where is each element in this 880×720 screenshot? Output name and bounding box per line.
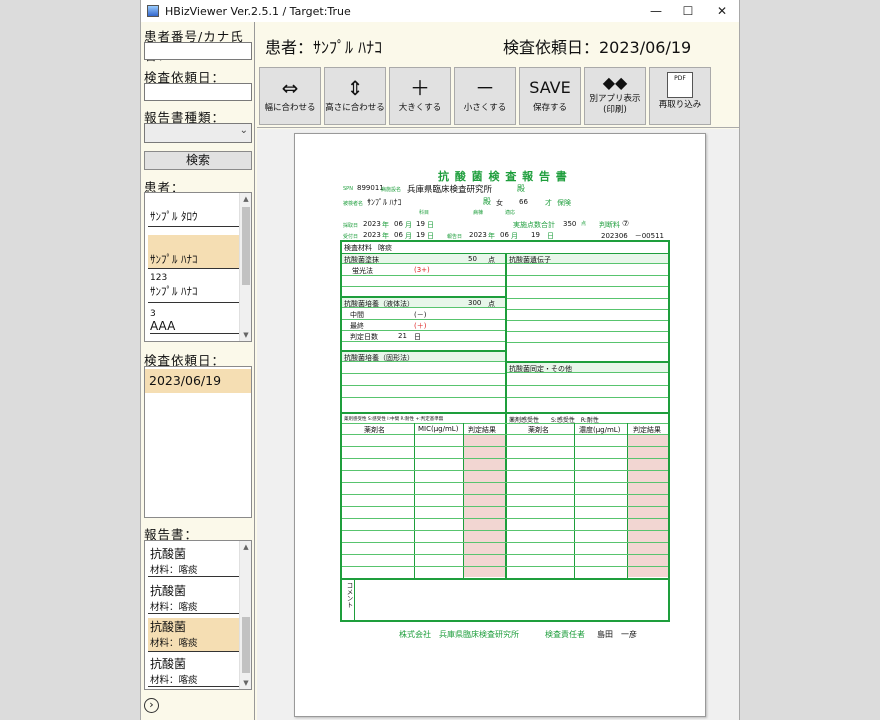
list-item[interactable]: 抗酸菌 材料：喀痰 [148, 545, 241, 577]
fit-width-button[interactable]: ⇔ 幅に合わせる [259, 67, 321, 125]
report-header: 患者：ｻﾝﾌﾟﾙ ﾊﾅｺ 検査依頼日：2023/06/19 [257, 22, 739, 64]
request-date-display: 検査依頼日：2023/06/19 [503, 38, 692, 57]
report-list: 抗酸菌 材料：喀痰 抗酸菌 材料：喀痰 抗酸菌 材料：喀痰 抗酸菌 材料：喀痰 ▲ ▼ [144, 540, 252, 690]
comment-label: コメント [345, 582, 353, 608]
maximize-button[interactable]: ☐ [671, 0, 705, 22]
scroll-thumb[interactable] [242, 207, 250, 285]
report-title: 抗 酸 菌 検 査 報 告 書 [438, 170, 568, 183]
zoom-out-button[interactable]: －小さくする [454, 67, 516, 125]
scroll-down-icon[interactable]: ▼ [240, 329, 251, 341]
patient-list-scrollbar[interactable]: ▲ ▼ [239, 193, 251, 341]
scroll-thumb[interactable] [242, 617, 250, 673]
report-list-scrollbar[interactable]: ▲ ▼ [239, 541, 251, 689]
window-title: HBizViewer Ver.2.5.1 / Target:True [165, 4, 351, 18]
plus-icon: ＋ [410, 76, 430, 100]
toolbar: ⇔ 幅に合わせる ⇕ 高さに合わせる ＋大きくする －小さくする SAVE 保存する … [257, 64, 739, 128]
diamonds-icon: ◆◆ [602, 73, 628, 92]
title-bar: HBizViewer Ver.2.5.1 / Target:True — ☐ ✕ [141, 0, 739, 22]
app-icon [147, 5, 159, 17]
zoom-in-button[interactable]: ＋大きくする [389, 67, 451, 125]
left-panel: 患者番号/カナ氏名： 検査依頼日： 報告書種類： ⌄ 検索 患者： ｻﾝﾌﾟﾙ … [141, 22, 255, 720]
report-viewer[interactable]: 抗 酸 菌 検 査 報 告 書 SPN 899011 病施設名 兵庫県臨床検査研… [257, 129, 739, 720]
open-external-button[interactable]: ◆◆ 別アプリ表示 (印刷) [584, 67, 646, 125]
scroll-up-icon[interactable]: ▲ [240, 541, 251, 553]
chevron-down-icon: ⌄ [239, 125, 248, 136]
pdf-icon: PDF [667, 72, 693, 98]
fit-width-icon: ⇔ [281, 76, 299, 100]
list-item[interactable]: 3 AAA [148, 309, 241, 339]
patient-list: ｻﾝﾌﾟﾙ ﾀﾛｳ ｻﾝﾌﾟﾙ ﾊﾅｺ 123 ｻﾝﾌﾟﾙ ﾊﾅｺ 3 AAA ▲ … [144, 192, 252, 342]
report-type-select[interactable]: ⌄ [144, 123, 252, 143]
app-window: HBizViewer Ver.2.5.1 / Target:True — ☐ ✕… [140, 0, 740, 720]
minimize-button[interactable]: — [639, 0, 673, 22]
list-item[interactable]: 123 ｻﾝﾌﾟﾙ ﾊﾅｺ [148, 273, 241, 303]
list-item[interactable]: 抗酸菌 材料：喀痰 [148, 582, 241, 614]
list-item[interactable]: ｻﾝﾌﾟﾙ ﾀﾛｳ [148, 203, 241, 227]
list-item[interactable]: ｻﾝﾌﾟﾙ ﾊﾅｺ [148, 235, 241, 269]
list-item[interactable]: 2023/06/19 [145, 369, 251, 393]
date-list: 2023/06/19 [144, 366, 252, 518]
save-icon: SAVE [529, 78, 571, 97]
close-button[interactable]: ✕ [705, 0, 739, 22]
patient-name-display: 患者：ｻﾝﾌﾟﾙ ﾊﾅｺ [265, 38, 383, 57]
collapse-button[interactable]: › [144, 698, 159, 713]
fit-height-icon: ⇕ [346, 76, 364, 100]
save-button[interactable]: SAVE 保存する [519, 67, 581, 125]
fit-height-button[interactable]: ⇕ 高さに合わせる [324, 67, 386, 125]
report-table: 検査材料 喀痰 抗酸菌塗抹 50 点 蛍光法 (3+) 抗酸菌培養（液体法） 3… [340, 240, 670, 622]
patient-search-input[interactable] [144, 42, 252, 60]
footer-person: 島田 一彦 [597, 630, 637, 639]
request-date-input[interactable] [144, 83, 252, 101]
report-page: 抗 酸 菌 検 査 報 告 書 SPN 899011 病施設名 兵庫県臨床検査研… [294, 133, 706, 717]
minus-icon: － [475, 76, 495, 100]
search-button[interactable]: 検索 [144, 151, 252, 170]
scroll-up-icon[interactable]: ▲ [240, 193, 251, 205]
footer-company: 株式会社 兵庫県臨床検査研究所 [399, 630, 519, 639]
scroll-down-icon[interactable]: ▼ [240, 677, 251, 689]
reimport-button[interactable]: PDF 再取り込み [649, 67, 711, 125]
list-item[interactable]: 抗酸菌 材料：喀痰 [148, 618, 241, 652]
list-item[interactable]: 抗酸菌 材料：喀痰 [148, 655, 241, 687]
